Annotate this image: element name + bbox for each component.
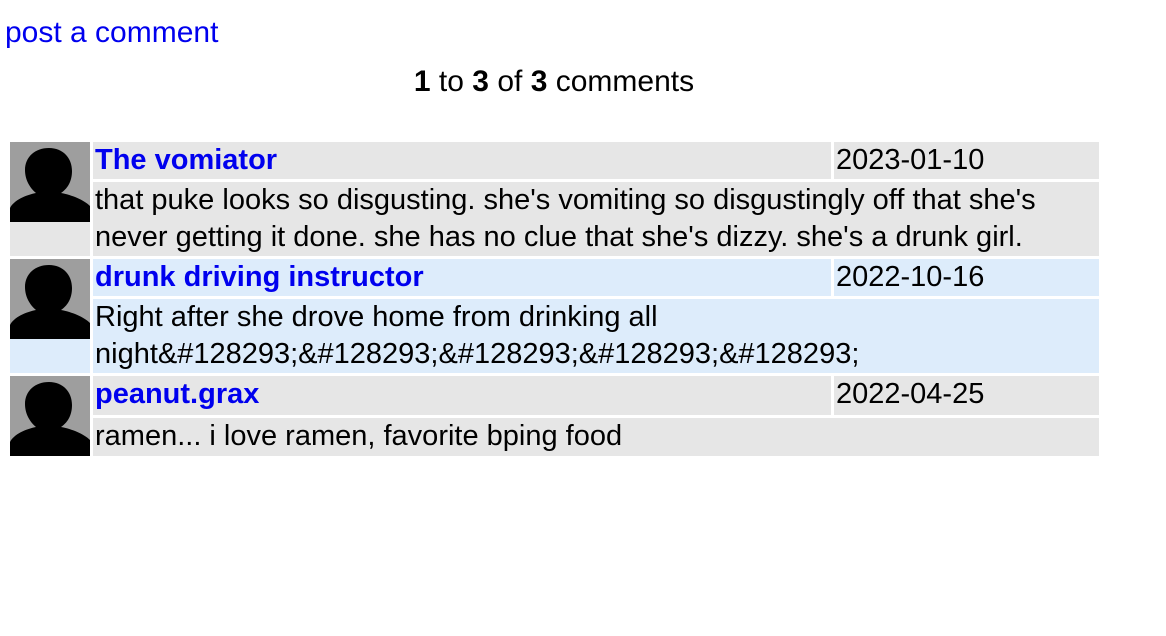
- author-cell: drunk driving instructor: [93, 259, 831, 296]
- avatar-cell: [10, 376, 90, 456]
- comment-body-row: Right after she drove home from drinking…: [10, 299, 1099, 373]
- comment-header-row: drunk driving instructor 2022-10-16: [10, 259, 1099, 373]
- default-silhouette-icon: [10, 376, 90, 456]
- comment-date: 2023-01-10: [834, 142, 1099, 179]
- count-of-word: of: [497, 65, 523, 98]
- comment-header-row: peanut.grax 2022-04-25: [10, 376, 1099, 456]
- count-total: 3: [530, 65, 548, 98]
- comment-body: ramen... i love ramen, favorite bping fo…: [93, 417, 1099, 456]
- avatar-cell: [10, 142, 90, 256]
- count-to-word: to: [438, 65, 464, 98]
- default-silhouette-icon: [10, 142, 90, 222]
- count-start: 1: [413, 65, 431, 98]
- comment-header-row: The vomiator 2023-01-10: [10, 142, 1099, 256]
- post-comment-link[interactable]: post a comment: [5, 14, 218, 52]
- default-silhouette-icon: [10, 259, 90, 339]
- author-cell: The vomiator: [93, 142, 831, 179]
- comment-author-link[interactable]: The vomiator: [95, 144, 277, 176]
- comments-table: The vomiator 2023-01-10 that puke looks …: [7, 139, 1102, 459]
- count-suffix: comments: [555, 65, 695, 98]
- comment-body-row: ramen... i love ramen, favorite bping fo…: [10, 417, 1099, 456]
- count-end: 3: [472, 65, 489, 98]
- comment-date: 2022-10-16: [834, 259, 1099, 296]
- avatar-cell: [10, 259, 90, 373]
- comment-count: 1 to 3 of 3 comments: [0, 63, 1108, 101]
- comment-body: that puke looks so disgusting. she's vom…: [93, 182, 1099, 256]
- author-cell: peanut.grax: [93, 376, 831, 415]
- comment-author-link[interactable]: peanut.grax: [95, 378, 259, 410]
- comment-body-row: that puke looks so disgusting. she's vom…: [10, 182, 1099, 256]
- comment-date: 2022-04-25: [834, 376, 1099, 415]
- comment-author-link[interactable]: drunk driving instructor: [95, 261, 424, 293]
- comment-body: Right after she drove home from drinking…: [93, 299, 1099, 373]
